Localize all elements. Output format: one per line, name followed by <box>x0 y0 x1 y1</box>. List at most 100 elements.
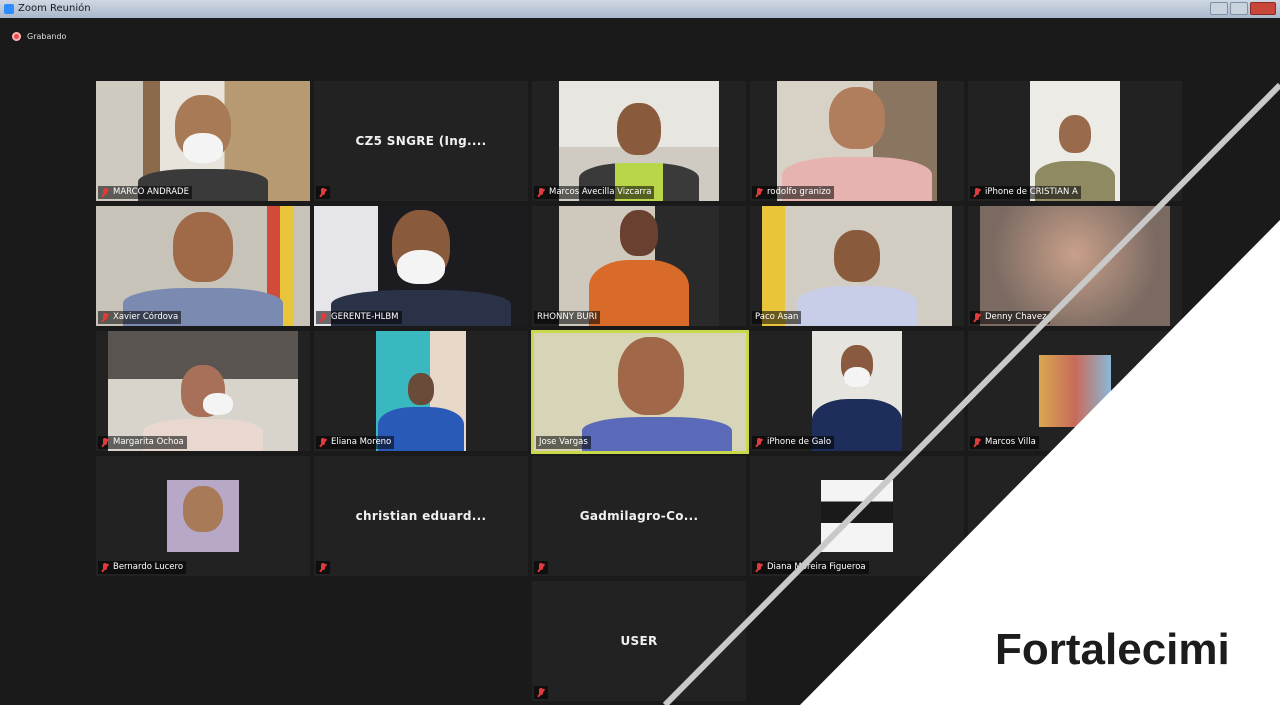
participant-head <box>183 486 223 532</box>
participant-head <box>408 373 434 405</box>
participant-display-name: USER <box>620 634 658 648</box>
participant-video <box>777 81 937 201</box>
participant-tile[interactable]: Xavier Córdova <box>96 206 310 326</box>
mic-muted-icon <box>755 562 763 573</box>
participant-body <box>589 260 689 326</box>
overlay-brand-text: Fortalecimi <box>995 625 1230 674</box>
mic-muted-icon <box>973 437 981 448</box>
participant-tile[interactable]: Eliana Moreno <box>314 331 528 451</box>
participant-name-tag: Bernardo Lucero <box>98 561 187 574</box>
participant-tile[interactable] <box>968 456 1182 576</box>
participant-tile[interactable]: christian eduard... <box>314 456 528 576</box>
participant-name: iPhone de Galo <box>767 437 832 447</box>
participant-tile[interactable]: Marcos Avecilla Vizcarra <box>532 81 746 201</box>
participant-video <box>314 206 528 326</box>
participant-video <box>1030 81 1120 201</box>
participant-name: Eliana Moreno <box>331 437 392 447</box>
participant-tile[interactable]: Paco Asan <box>750 206 964 326</box>
participant-name: rodolfo granizo <box>767 187 831 197</box>
participant-tile[interactable]: Margarita Ochoa <box>96 331 310 451</box>
mic-muted-icon <box>319 312 327 323</box>
participant-display-name: CZ5 SNGRE (Ing.... <box>355 134 487 148</box>
participant-name: RHONNY BURI <box>537 312 598 322</box>
participant-name: Margarita Ochoa <box>113 437 184 447</box>
participant-name: Paco Asan <box>755 312 799 322</box>
mic-muted-icon <box>101 312 109 323</box>
mic-muted-icon <box>755 187 763 198</box>
participant-name-tag <box>316 186 330 199</box>
participant-tile[interactable]: rodolfo granizo <box>750 81 964 201</box>
participant-tile[interactable]: GERENTE-HLBM <box>314 206 528 326</box>
mic-muted-icon <box>755 437 763 448</box>
participant-video <box>96 206 310 326</box>
participant-name-tag <box>534 686 548 699</box>
participant-name-tag: Margarita Ochoa <box>98 436 187 449</box>
participant-tile[interactable]: iPhone de Galo <box>750 331 964 451</box>
participant-video <box>812 331 902 451</box>
active-speaker-tile[interactable]: Jose Vargas <box>531 330 749 454</box>
face-mask <box>844 367 870 387</box>
participant-video <box>108 331 298 451</box>
participant-name-tag: Marcos Avecilla Vizcarra <box>534 186 655 199</box>
participant-photo <box>821 480 893 552</box>
mic-muted-icon <box>319 562 327 573</box>
mic-muted-icon <box>319 187 327 198</box>
participant-name-tag: Paco Asan <box>752 311 802 324</box>
participant-photo <box>167 480 239 552</box>
participant-name-tag: Xavier Córdova <box>98 311 182 324</box>
mic-muted-icon <box>537 687 545 698</box>
participant-tile[interactable]: USER <box>532 581 746 701</box>
participant-video <box>534 333 746 451</box>
mic-muted-icon <box>537 187 545 198</box>
participant-tile[interactable]: Marcos Villa <box>968 331 1182 451</box>
participant-name-tag: RHONNY BURI <box>534 311 601 324</box>
participant-tile[interactable]: Diana Moreira Figueroa <box>750 456 964 576</box>
participant-tile[interactable]: Gadmilagro-Co... <box>532 456 746 576</box>
participant-name: Diana Moreira Figueroa <box>767 562 866 572</box>
mic-muted-icon <box>973 187 981 198</box>
participant-name-tag: Marcos Villa <box>970 436 1039 449</box>
participant-name: GERENTE-HLBM <box>331 312 399 322</box>
participant-name: Jose Vargas <box>539 437 588 447</box>
participant-name: Marcos Avecilla Vizcarra <box>549 187 652 197</box>
participant-name-tag: MARCO ANDRADE <box>98 186 192 199</box>
participant-body <box>797 286 917 326</box>
participant-tile[interactable]: iPhone de CRISTIAN A <box>968 81 1182 201</box>
participant-video <box>559 206 719 326</box>
participant-name-tag: GERENTE-HLBM <box>316 311 402 324</box>
participant-video <box>762 206 952 326</box>
participant-name-tag: Eliana Moreno <box>316 436 395 449</box>
participant-name-tag <box>534 561 548 574</box>
participant-name: Xavier Córdova <box>113 312 179 322</box>
participant-tile[interactable]: MARCO ANDRADE <box>96 81 310 201</box>
participant-video <box>559 81 719 201</box>
participant-display-name: christian eduard... <box>355 509 487 523</box>
participant-name: Denny Chavez <box>985 312 1047 322</box>
participant-body <box>581 417 732 451</box>
face-mask <box>183 133 223 163</box>
mic-muted-icon <box>973 312 981 323</box>
participant-video <box>980 206 1170 326</box>
mic-muted-icon <box>101 437 109 448</box>
participant-tile[interactable]: Denny Chavez <box>968 206 1182 326</box>
participant-name-tag: Diana Moreira Figueroa <box>752 561 869 574</box>
participant-head <box>620 210 658 256</box>
participant-head <box>617 103 661 155</box>
mic-muted-icon <box>101 187 109 198</box>
participant-head <box>834 230 880 282</box>
participant-name-tag: iPhone de CRISTIAN A <box>970 186 1081 199</box>
participant-name: MARCO ANDRADE <box>113 187 189 197</box>
participant-head <box>1059 115 1091 153</box>
participant-name-tag: rodolfo granizo <box>752 186 834 199</box>
gallery-view: MARCO ANDRADE CZ5 SNGRE (Ing.... Marcos … <box>0 0 1280 705</box>
participant-name: Bernardo Lucero <box>113 562 184 572</box>
participant-tile[interactable]: CZ5 SNGRE (Ing.... <box>314 81 528 201</box>
mic-muted-icon <box>319 437 327 448</box>
participant-tile[interactable]: RHONNY BURI <box>532 206 746 326</box>
participant-photo <box>1039 355 1111 427</box>
face-mask <box>203 393 234 415</box>
participant-head <box>829 87 885 149</box>
participant-tile[interactable]: Bernardo Lucero <box>96 456 310 576</box>
participant-name-tag: iPhone de Galo <box>752 436 835 449</box>
face-mask <box>397 250 445 284</box>
